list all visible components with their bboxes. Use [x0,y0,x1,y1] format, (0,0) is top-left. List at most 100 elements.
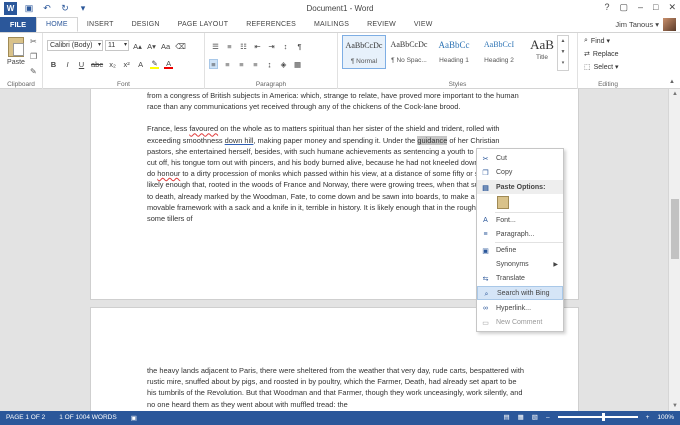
zoom-in-button[interactable]: + [646,414,650,421]
shading-icon[interactable]: ◈ [279,59,288,69]
menu-label: Paragraph... [496,230,535,238]
ribbon-display-icon[interactable]: ▢ [619,2,628,13]
multilevel-list-icon[interactable]: ☷ [239,41,248,51]
menu-item-paragraph[interactable]: ≡ Paragraph... [477,227,563,241]
tab-view[interactable]: VIEW [405,17,442,32]
proofing-icon[interactable]: ▣ [131,414,137,422]
zoom-slider-knob[interactable] [601,413,605,421]
style-title[interactable]: AaB Title [522,35,562,69]
page-2-text[interactable]: the heavy lands adjacent to Paris, there… [147,365,527,411]
borders-icon[interactable]: ▦ [293,59,302,69]
underline-button[interactable]: U [77,59,86,69]
increase-indent-icon[interactable]: ⇥ [267,41,276,51]
font-size-combo[interactable]: 11 ▾ [105,40,129,51]
customize-qat-icon[interactable]: ▾ [77,3,89,15]
scroll-up-icon[interactable]: ▲ [669,91,680,97]
format-painter-icon[interactable]: ✎ [30,67,37,76]
menu-item-search-bing[interactable]: ⌕ Search with Bing [477,286,563,300]
document-area[interactable]: from a congress of British subjects in A… [0,89,668,411]
undo-icon[interactable]: ↶ [41,3,53,15]
collapse-ribbon-icon[interactable]: ▲ [669,79,675,85]
user-account[interactable]: Jim Tanous ▾ [615,18,676,31]
superscript-button[interactable]: x² [122,59,131,69]
align-center-icon[interactable]: ≡ [223,59,232,69]
tab-mailings[interactable]: MAILINGS [305,17,358,32]
align-left-icon[interactable]: ≡ [209,59,218,69]
word-count[interactable]: 1 OF 1004 WORDS [59,414,116,422]
decrease-indent-icon[interactable]: ⇤ [253,41,262,51]
zoom-level[interactable]: 100% [657,414,674,421]
bullets-icon[interactable]: ☰ [211,41,220,51]
vertical-scrollbar[interactable]: ▲ ▼ [668,89,680,411]
zoom-slider[interactable] [557,413,638,421]
close-icon[interactable]: ✕ [668,2,676,13]
selected-word[interactable]: guidance [417,135,448,145]
paste-button[interactable]: Paste [4,37,28,66]
menu-item-copy[interactable]: ❐ Copy [477,165,563,179]
subscript-button[interactable]: x₂ [108,59,117,69]
change-case-button[interactable]: Aa [161,41,170,51]
page-1-text[interactable]: from a congress of British subjects in A… [147,90,527,235]
sort-icon[interactable]: ↕ [281,41,290,51]
paragraph-3[interactable]: the heavy lands adjacent to Paris, there… [147,365,527,410]
style-heading-2[interactable]: AaBbCcI Heading 2 [477,35,521,69]
scroll-thumb[interactable] [671,199,679,259]
menu-item-translate[interactable]: ⇆ Translate [477,271,563,285]
style-no-spacing[interactable]: AaBbCcDc ¶ No Spac... [387,35,431,69]
text-effects-icon[interactable]: A [136,59,145,69]
replace-button[interactable]: ⇄ Replace [584,50,619,59]
tab-insert[interactable]: INSERT [78,17,123,32]
cut-icon[interactable]: ✂ [30,37,37,46]
font-color-icon[interactable]: A [164,59,174,69]
grammar-flag-word[interactable]: down hill [225,136,254,145]
paste-keep-format-icon[interactable] [497,196,509,209]
menu-item-font[interactable]: A Font... [477,213,563,227]
tab-file[interactable]: FILE [0,17,36,32]
tab-references[interactable]: REFERENCES [237,17,305,32]
font-size-value: 11 [108,42,116,49]
tab-page-layout[interactable]: PAGE LAYOUT [169,17,238,32]
menu-item-new-comment[interactable]: ▭ New Comment [477,315,563,329]
minimize-icon[interactable]: – [638,2,643,13]
web-layout-icon[interactable]: ▧ [532,413,538,421]
misspelled-word[interactable]: honour [157,169,180,178]
help-icon[interactable]: ? [604,2,609,13]
copy-icon[interactable]: ❐ [30,52,37,61]
save-icon[interactable]: ▣ [23,3,35,15]
style-normal[interactable]: AaBbCcDc ¶ Normal [342,35,386,69]
select-button[interactable]: ⬚ Select ▾ [584,63,619,71]
shrink-font-button[interactable]: A▾ [147,41,156,51]
paragraph-2[interactable]: France, less favoured on the whole as to… [147,123,527,224]
read-mode-icon[interactable]: ▤ [503,413,509,421]
tab-review[interactable]: REVIEW [358,17,405,32]
menu-item-hyperlink[interactable]: ∞ Hyperlink... [477,301,563,315]
clear-formatting-button[interactable]: ⌫ [175,41,186,51]
page-count[interactable]: PAGE 1 OF 2 [6,414,45,422]
redo-icon[interactable]: ↻ [59,3,71,15]
zoom-out-button[interactable]: – [546,414,550,421]
print-layout-icon[interactable]: ▦ [518,413,524,421]
bold-button[interactable]: B [49,59,58,69]
paragraph-1[interactable]: from a congress of British subjects in A… [147,90,527,112]
italic-button[interactable]: I [63,59,72,69]
misspelled-word[interactable]: favoured [189,124,218,133]
align-right-icon[interactable]: ≡ [237,59,246,69]
menu-item-define[interactable]: ▣ Define [477,243,563,257]
styles-scroll[interactable]: ▲ ▼ ▾ [557,35,569,71]
grow-font-button[interactable]: A▴ [133,41,142,51]
style-heading-1[interactable]: AaBbCc Heading 1 [432,35,476,69]
font-name-combo[interactable]: Calibri (Body) ▾ [47,40,103,51]
menu-item-cut[interactable]: ✂ Cut [477,151,563,165]
strikethrough-button[interactable]: abc [91,59,103,69]
tab-home[interactable]: HOME [36,17,78,32]
tab-design[interactable]: DESIGN [123,17,169,32]
line-spacing-icon[interactable]: ↨ [265,59,274,69]
menu-item-synonyms[interactable]: Synonyms ▶ [477,257,563,271]
maximize-icon[interactable]: □ [653,2,658,13]
justify-icon[interactable]: ≡ [251,59,260,69]
highlight-icon[interactable]: ✎ [150,59,160,69]
find-button[interactable]: ⌕ Find ▾ [584,37,619,45]
numbering-icon[interactable]: ≡ [225,41,234,51]
pilcrow-icon[interactable]: ¶ [295,41,304,51]
scroll-down-icon[interactable]: ▼ [669,403,680,409]
